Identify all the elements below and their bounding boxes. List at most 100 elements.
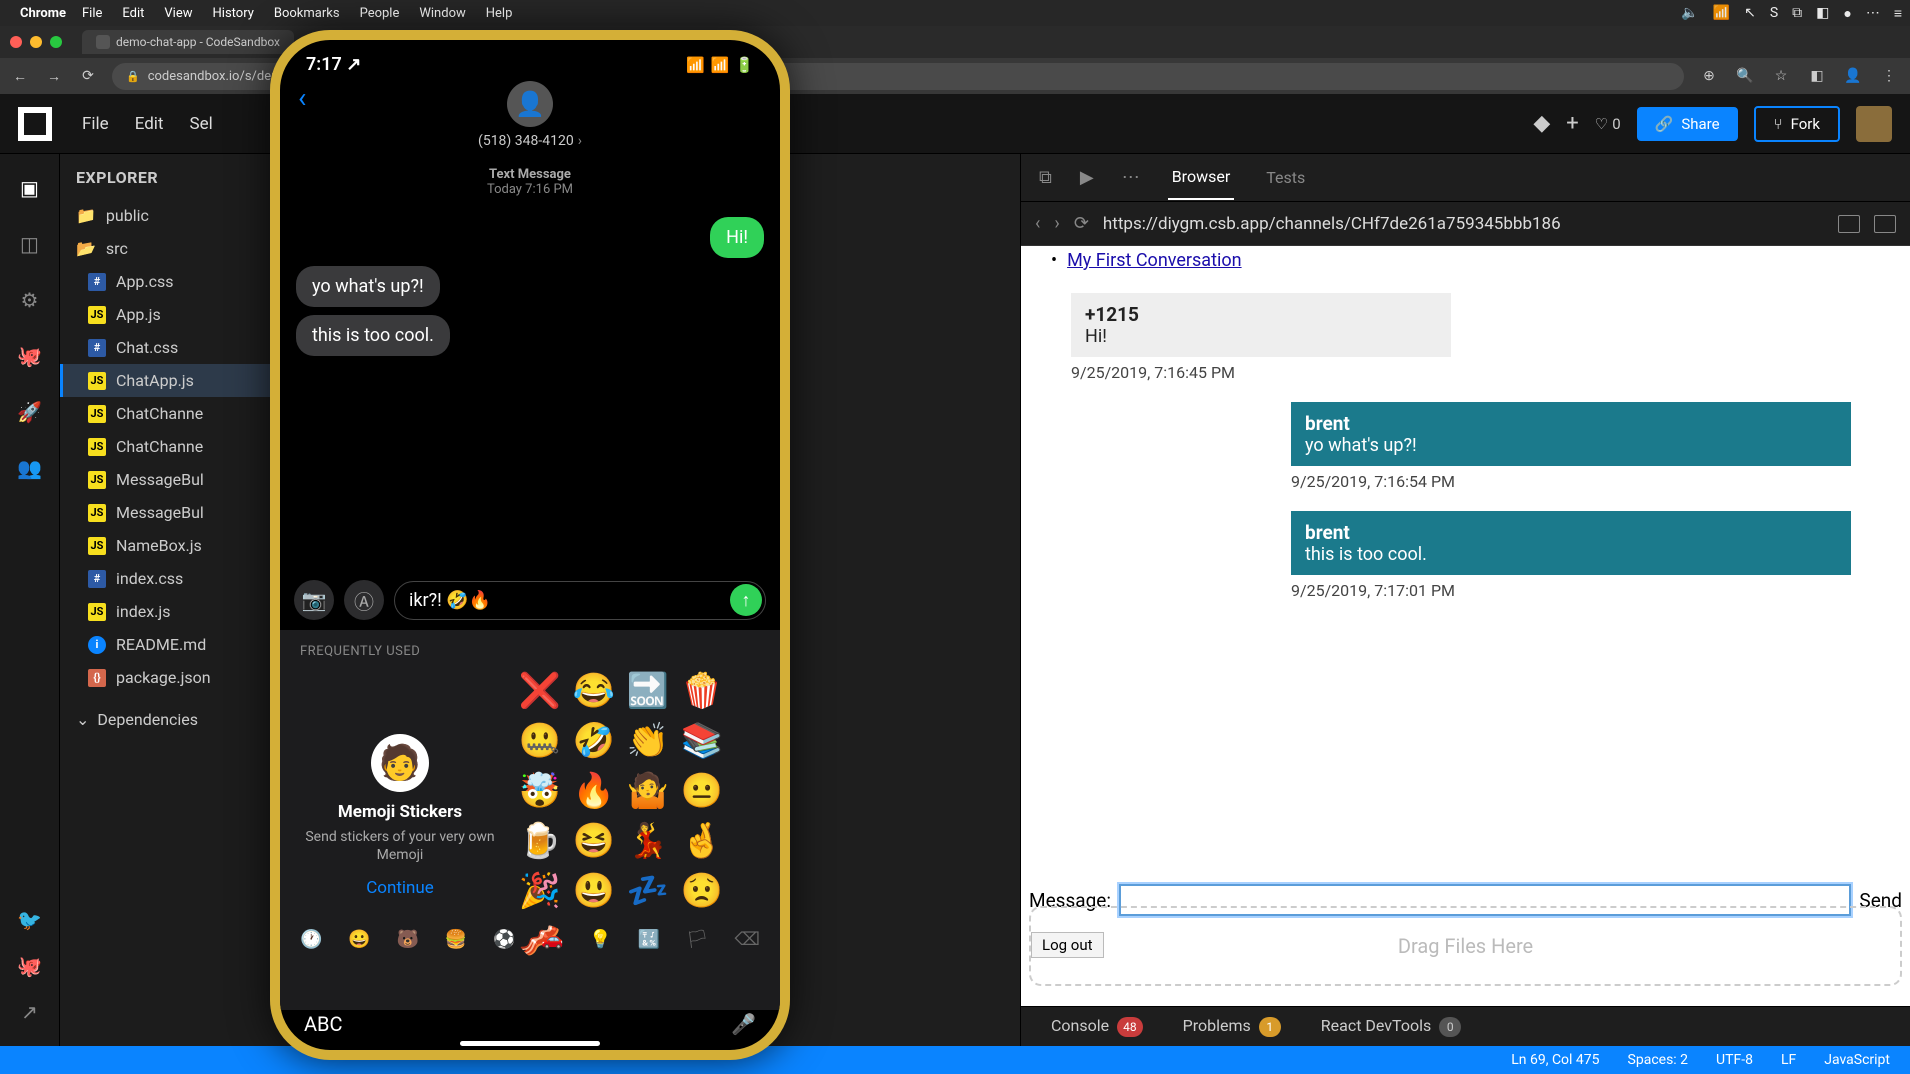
send-icon[interactable]: ↑ — [730, 584, 762, 616]
emoji-button[interactable]: 📚 — [680, 721, 724, 761]
encoding[interactable]: UTF-8 — [1716, 1052, 1753, 1068]
file-MessageBul[interactable]: JSMessageBul — [60, 463, 290, 496]
control-center-icon[interactable]: ≡ — [1894, 5, 1902, 22]
symbols-icon[interactable]: 🔣 — [638, 929, 660, 950]
problems-tab[interactable]: Problems1 — [1183, 1016, 1281, 1037]
profile-avatar-icon[interactable]: 👤 — [1842, 68, 1864, 84]
share-button[interactable]: 🔗Share — [1637, 107, 1738, 141]
emoji-button[interactable]: 👏 — [626, 721, 670, 761]
menubar-item[interactable]: File — [82, 6, 102, 21]
travel-icon[interactable]: 🚗 — [541, 929, 563, 950]
file-App.css[interactable]: #App.css — [60, 265, 290, 298]
sms-bubble[interactable]: this is too cool. — [296, 315, 450, 356]
tray-icon[interactable]: ⧉ — [1792, 5, 1802, 21]
menu-file[interactable]: File — [82, 114, 109, 134]
emoji-button[interactable]: 🔜 — [626, 671, 670, 711]
imessage-input[interactable]: ikr?! 🤣🔥 — [394, 581, 766, 620]
live-icon[interactable]: 👥 — [16, 454, 44, 482]
emoji-button[interactable]: 🤣 — [572, 721, 616, 761]
deploy-icon[interactable]: 🚀 — [16, 398, 44, 426]
file-index.css[interactable]: #index.css — [60, 562, 290, 595]
abc-button[interactable]: ABC — [304, 1012, 343, 1036]
menubar-item[interactable]: Edit — [122, 6, 144, 21]
feedback-icon[interactable]: ↗ — [16, 998, 44, 1026]
chrome-menu-icon[interactable]: ⋮ — [1878, 68, 1900, 84]
emoji-button[interactable]: 💃 — [626, 821, 670, 861]
tray-icon[interactable]: ◧ — [1816, 5, 1829, 21]
browser-tab[interactable]: demo-chat-app - CodeSandbox — [82, 30, 294, 54]
file-README.md[interactable]: iREADME.md — [60, 628, 290, 661]
smileys-icon[interactable]: 😀 — [348, 929, 370, 950]
language-mode[interactable]: JavaScript — [1824, 1052, 1890, 1068]
layout-icon[interactable]: ⧉ — [1039, 167, 1052, 188]
reload-icon[interactable]: ⟳ — [78, 68, 98, 84]
file-dropzone[interactable]: Drag Files Here — [1029, 906, 1902, 986]
sms-bubble[interactable]: yo what's up?! — [296, 266, 440, 307]
animals-icon[interactable]: 🐻 — [396, 929, 418, 950]
activity-icon[interactable]: ⚽ — [493, 929, 515, 950]
recents-icon[interactable]: 🕐 — [300, 929, 322, 950]
camera-icon[interactable]: 📷 — [294, 580, 334, 620]
tab-browser[interactable]: Browser — [1168, 155, 1235, 200]
console-tab[interactable]: Console48 — [1051, 1016, 1143, 1037]
sandbox-info-icon[interactable]: ◫ — [16, 230, 44, 258]
user-avatar[interactable] — [1856, 106, 1892, 142]
emoji-button[interactable]: 😆 — [572, 821, 616, 861]
file-MessageBul[interactable]: JSMessageBul — [60, 496, 290, 529]
home-indicator[interactable] — [460, 1041, 600, 1046]
new-sandbox-icon[interactable]: + — [1566, 111, 1578, 136]
zoom-icon[interactable]: 🔍 — [1734, 68, 1756, 84]
emoji-button[interactable]: 🤞 — [680, 821, 724, 861]
contact-number[interactable]: (518) 348-4120› — [280, 133, 780, 149]
menubar-item[interactable]: Help — [486, 6, 513, 21]
file-App.js[interactable]: JSApp.js — [60, 298, 290, 331]
memoji-avatar-icon[interactable]: 🧑 — [371, 734, 429, 792]
github-icon[interactable]: 🐙 — [16, 342, 44, 370]
conversation-link[interactable]: My First Conversation — [1067, 250, 1242, 271]
like-button[interactable]: ♡ 0 — [1595, 115, 1621, 133]
file-ChatApp.js[interactable]: JSChatApp.js — [60, 364, 290, 397]
folder-public[interactable]: 📁public — [60, 199, 290, 232]
react-devtools-tab[interactable]: React DevTools0 — [1321, 1016, 1461, 1037]
menubar-item[interactable]: Window — [419, 6, 465, 21]
menubar-item[interactable]: View — [164, 6, 192, 21]
codesandbox-pro-icon[interactable]: ◆ — [1533, 111, 1550, 136]
menubar-item[interactable]: People — [360, 6, 400, 21]
contact-avatar[interactable]: 👤 — [507, 81, 553, 127]
emoji-button[interactable]: 🤯 — [518, 771, 562, 811]
file-NameBox.js[interactable]: JSNameBox.js — [60, 529, 290, 562]
messages-back-icon[interactable]: ‹ — [298, 81, 306, 114]
file-package.json[interactable]: {}package.json — [60, 661, 290, 694]
menu-edit[interactable]: Edit — [135, 114, 164, 134]
emoji-button[interactable]: 😃 — [572, 871, 616, 911]
emoji-button[interactable]: 🎉 — [518, 871, 562, 911]
sms-bubble[interactable]: Hi! — [710, 217, 764, 258]
emoji-button[interactable]: 🤐 — [518, 721, 562, 761]
tab-tests[interactable]: Tests — [1262, 156, 1309, 199]
emoji-button[interactable]: 🍺 — [518, 821, 562, 861]
extension-icon[interactable]: ⊕ — [1698, 68, 1720, 84]
tray-icon[interactable]: ⋯ — [1866, 5, 1880, 21]
more-icon[interactable]: ⋯ — [1122, 167, 1140, 188]
preview-url[interactable]: https://diygm.csb.app/channels/CHf7de261… — [1103, 214, 1824, 234]
wifi-icon[interactable]: 📶 — [1713, 5, 1730, 21]
star-icon[interactable]: ☆ — [1770, 68, 1792, 84]
indent-setting[interactable]: Spaces: 2 — [1628, 1052, 1689, 1068]
emoji-button[interactable]: 🔥 — [572, 771, 616, 811]
file-index.js[interactable]: JSindex.js — [60, 595, 290, 628]
emoji-button[interactable]: 💤 — [626, 871, 670, 911]
file-Chat.css[interactable]: #Chat.css — [60, 331, 290, 364]
file-ChatChanne[interactable]: JSChatChanne — [60, 397, 290, 430]
preview-back-icon[interactable]: ‹ — [1035, 213, 1040, 234]
menubar-item[interactable]: Bookmarks — [274, 6, 340, 21]
eol[interactable]: LF — [1781, 1052, 1796, 1068]
open-window-icon[interactable] — [1838, 215, 1860, 233]
emoji-button[interactable]: 😂 — [572, 671, 616, 711]
zoom-window-button[interactable] — [50, 36, 62, 48]
preview-forward-icon[interactable]: › — [1054, 213, 1059, 234]
volume-icon[interactable]: 🔈 — [1681, 5, 1698, 21]
menubar-app[interactable]: Chrome — [20, 6, 66, 21]
settings-icon[interactable]: ⚙ — [16, 286, 44, 314]
back-icon[interactable]: ← — [10, 68, 30, 85]
emoji-button[interactable]: 😟 — [680, 871, 724, 911]
